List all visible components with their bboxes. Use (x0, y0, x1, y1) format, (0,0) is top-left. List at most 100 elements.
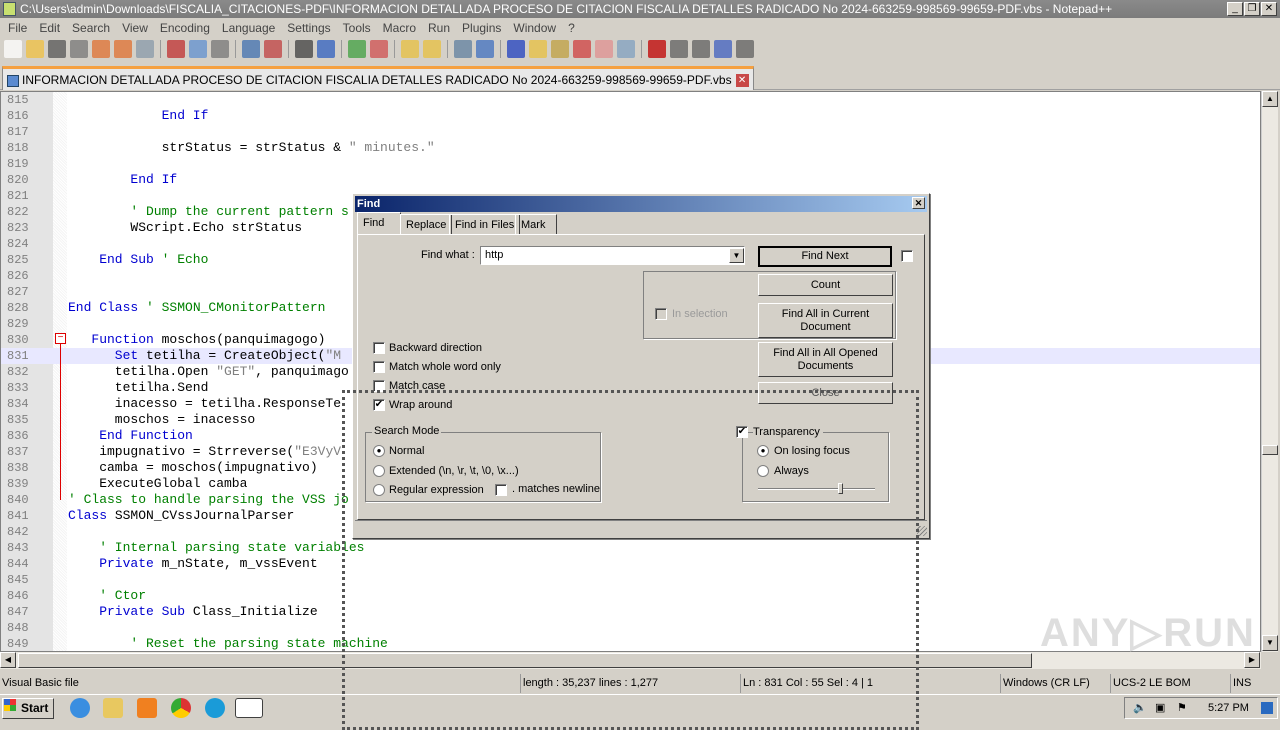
find-icon[interactable] (295, 40, 313, 58)
folder-workspace-icon[interactable] (595, 40, 613, 58)
sync-v-icon[interactable] (401, 40, 419, 58)
udl-icon[interactable] (529, 40, 547, 58)
new-icon[interactable] (4, 40, 22, 58)
find-next-option-checkbox[interactable] (901, 250, 913, 262)
menu-macro[interactable]: Macro (377, 21, 422, 35)
minimize-button[interactable]: _ (1227, 2, 1243, 16)
menu-help[interactable]: ? (562, 21, 581, 35)
menu-plugins[interactable]: Plugins (456, 21, 507, 35)
sync-h-icon[interactable] (423, 40, 441, 58)
notepadpp-taskbar-button[interactable] (235, 698, 263, 718)
tab-mark[interactable]: Mark (515, 214, 557, 234)
monitor-icon[interactable] (617, 40, 635, 58)
close-button[interactable]: ✕ (1261, 2, 1277, 16)
code-text: End Function (68, 428, 193, 444)
menu-view[interactable]: View (116, 21, 154, 35)
scroll-thumb[interactable] (1262, 445, 1278, 455)
fold-collapse-icon[interactable]: − (55, 333, 66, 344)
menu-settings[interactable]: Settings (281, 21, 336, 35)
code-line[interactable]: 817 (1, 124, 1260, 140)
record-macro-icon[interactable] (648, 40, 666, 58)
volume-icon[interactable]: 🔈 (1133, 698, 1147, 718)
line-number: 834 (7, 397, 29, 411)
flag-icon[interactable]: ⚑ (1177, 698, 1187, 718)
line-number: 819 (7, 157, 29, 171)
play-macro-icon[interactable] (692, 40, 710, 58)
menu-edit[interactable]: Edit (33, 21, 66, 35)
cut-icon[interactable] (167, 40, 185, 58)
save-icon[interactable] (48, 40, 66, 58)
backward-direction-checkbox[interactable] (373, 342, 385, 354)
menu-run[interactable]: Run (422, 21, 456, 35)
save-all-icon[interactable] (70, 40, 88, 58)
run-macro-multiple-icon[interactable] (714, 40, 732, 58)
line-number: 840 (7, 493, 29, 507)
line-number: 827 (7, 285, 29, 299)
print-icon[interactable] (136, 40, 154, 58)
scroll-left-icon[interactable]: ◀ (0, 652, 16, 668)
open-icon[interactable] (26, 40, 44, 58)
maximize-button[interactable]: ❐ (1244, 2, 1260, 16)
redo-icon[interactable] (264, 40, 282, 58)
scroll-down-icon[interactable]: ▼ (1262, 635, 1278, 651)
explorer-icon[interactable] (103, 698, 123, 718)
code-text: strStatus = strStatus & " minutes." (68, 140, 435, 156)
find-what-input[interactable]: http (480, 246, 745, 265)
match-whole-word-checkbox[interactable] (373, 361, 385, 373)
menu-language[interactable]: Language (216, 21, 281, 35)
find-all-opened-button[interactable]: Find All in All Opened Documents (758, 342, 893, 377)
code-line[interactable]: 815 (1, 92, 1260, 108)
find-all-current-button[interactable]: Find All in Current Document (758, 303, 893, 338)
paste-icon[interactable] (211, 40, 229, 58)
code-line[interactable]: 818 strStatus = strStatus & " minutes." (1, 140, 1260, 156)
indent-guide-icon[interactable] (507, 40, 525, 58)
close-icon[interactable] (92, 40, 110, 58)
dialog-close-icon[interactable]: ✕ (912, 197, 925, 209)
line-number: 842 (7, 525, 29, 539)
tab-find[interactable]: Find (357, 212, 401, 235)
line-number: 845 (7, 573, 29, 587)
tab-replace[interactable]: Replace (400, 214, 453, 234)
menu-window[interactable]: Window (507, 21, 562, 35)
tab-find-in-files[interactable]: Find in Files (449, 214, 521, 234)
copy-icon[interactable] (189, 40, 207, 58)
code-text: ' Reset the parsing state machine (68, 636, 387, 651)
menu-search[interactable]: Search (66, 21, 116, 35)
replace-icon[interactable] (317, 40, 335, 58)
menu-tools[interactable]: Tools (337, 21, 377, 35)
show-all-icon[interactable] (476, 40, 494, 58)
find-next-button[interactable]: Find Next (758, 246, 892, 267)
tab-close-icon[interactable]: ✕ (735, 74, 749, 88)
toolbar-separator (288, 40, 289, 58)
network-icon[interactable]: ▣ (1155, 698, 1165, 718)
stop-macro-icon[interactable] (670, 40, 688, 58)
doc-map-icon[interactable] (551, 40, 569, 58)
string: " minutes." (348, 140, 435, 155)
func-list-icon[interactable] (573, 40, 591, 58)
zoom-in-icon[interactable] (348, 40, 366, 58)
code-line[interactable]: 820 End If (1, 172, 1260, 188)
word-wrap-icon[interactable] (454, 40, 472, 58)
show-desktop-icon[interactable] (1261, 702, 1273, 714)
code-text: ' Class to handle parsing the VSS jo (68, 492, 349, 508)
chrome-icon[interactable] (171, 698, 191, 718)
code-line[interactable]: 819 (1, 156, 1260, 172)
menu-file[interactable]: File (2, 21, 33, 35)
file-tab[interactable]: INFORMACION DETALLADA PROCESO DE CITACIO… (2, 66, 754, 90)
clock[interactable]: 5:27 PM (1208, 698, 1249, 718)
edge-icon[interactable] (205, 698, 225, 718)
close-all-icon[interactable] (114, 40, 132, 58)
undo-icon[interactable] (242, 40, 260, 58)
dialog-title-bar[interactable]: Find ✕ (355, 196, 927, 212)
find-what-dropdown-icon[interactable]: ▼ (729, 248, 744, 263)
vertical-scrollbar[interactable]: ▲ ▼ (1261, 91, 1278, 652)
menu-encoding[interactable]: Encoding (154, 21, 216, 35)
code-token: inacesso = tetilha.ResponseTe (114, 396, 342, 411)
save-macro-icon[interactable] (736, 40, 754, 58)
code-line[interactable]: 816 End If (1, 108, 1260, 124)
media-player-icon[interactable] (137, 698, 157, 718)
ie-icon[interactable] (70, 698, 90, 718)
count-button[interactable]: Count (758, 274, 893, 296)
zoom-out-icon[interactable] (370, 40, 388, 58)
scroll-up-icon[interactable]: ▲ (1262, 91, 1278, 107)
